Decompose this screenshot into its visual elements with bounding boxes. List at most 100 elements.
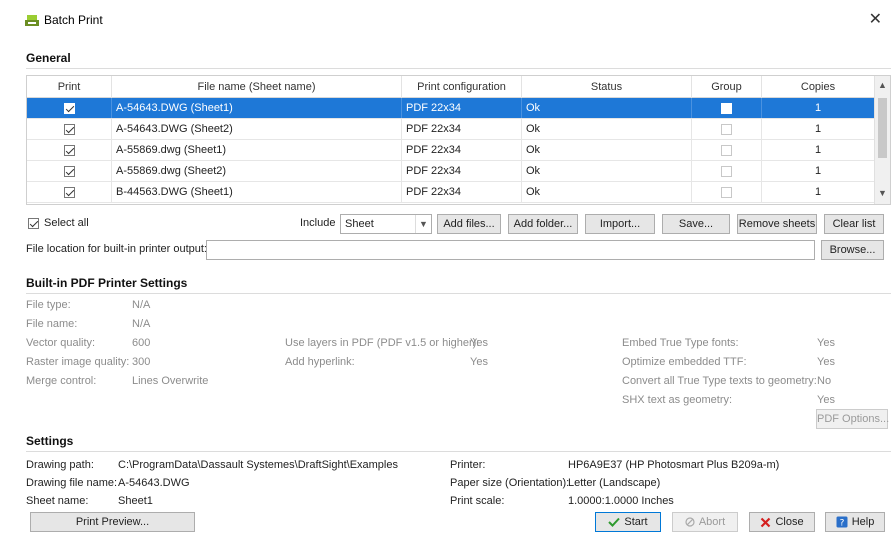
status-cell: Ok [522, 98, 692, 118]
print-configuration-cell[interactable]: PDF 22x34 [402, 140, 522, 160]
print-configuration-cell[interactable]: PDF 22x34 [402, 182, 522, 202]
include-dropdown-value: Sheet [345, 218, 374, 230]
file-location-input[interactable] [206, 240, 815, 260]
window-close-icon[interactable]: ✕ [869, 9, 882, 29]
raster-quality-label: Raster image quality: [26, 356, 130, 368]
scroll-up-arrow-icon[interactable]: ▲ [878, 80, 887, 90]
file-name-label: File name: [26, 318, 78, 330]
abort-icon [685, 517, 695, 527]
file-location-label: File location for built-in printer outpu… [26, 243, 207, 255]
print-configuration-cell[interactable]: PDF 22x34 [402, 98, 522, 118]
help-icon: ? [836, 516, 848, 528]
column-header-copies[interactable]: Copies [762, 76, 875, 98]
import-button[interactable]: Import... [585, 214, 655, 234]
group-checkbox[interactable] [721, 165, 732, 177]
table-row[interactable]: A-54643.DWG (Sheet1) PDF 22x34 Ok 1 [27, 98, 875, 119]
status-cell: Ok [522, 140, 692, 160]
paper-size-value: Letter (Landscape) [568, 477, 661, 489]
add-files-button[interactable]: Add files... [437, 214, 501, 234]
select-all-checkbox[interactable] [28, 218, 39, 229]
select-all-label[interactable]: Select all [44, 217, 89, 229]
settings-divider [26, 451, 891, 452]
save-button[interactable]: Save... [662, 214, 730, 234]
column-header-file-name[interactable]: File name (Sheet name) [112, 76, 402, 98]
general-section-title: General [26, 51, 71, 65]
column-header-print-configuration[interactable]: Print configuration [402, 76, 522, 98]
table-row[interactable]: A-55869.dwg (Sheet2) PDF 22x34 Ok 1 [27, 161, 875, 182]
embed-fonts-label: Embed True Type fonts: [622, 337, 739, 349]
file-name-cell: A-54643.DWG (Sheet1) [112, 98, 402, 118]
table-row[interactable]: A-54643.DWG (Sheet2) PDF 22x34 Ok 1 [27, 119, 875, 140]
scroll-down-arrow-icon[interactable]: ▼ [878, 188, 887, 198]
pdf-options-button[interactable]: PDF Options... [816, 409, 889, 429]
column-header-print[interactable]: Print [27, 76, 112, 98]
convert-tt-label: Convert all True Type texts to geometry: [622, 375, 817, 387]
print-checkbox[interactable] [63, 123, 75, 135]
use-layers-value: Yes [470, 337, 488, 349]
title-bar: Batch Print ✕ [0, 0, 892, 38]
chevron-down-icon: ▼ [415, 215, 431, 233]
print-configuration-cell[interactable]: PDF 22x34 [402, 161, 522, 181]
settings-section-title: Settings [26, 434, 74, 448]
start-button[interactable]: Start [595, 512, 661, 532]
print-preview-button[interactable]: Print Preview... [30, 512, 195, 532]
file-name-value: N/A [132, 318, 151, 330]
copies-cell[interactable]: 1 [762, 119, 875, 139]
table-row[interactable]: B-44563.DWG (Sheet1) PDF 22x34 Ok 1 [27, 182, 875, 203]
include-label: Include [300, 217, 336, 229]
embed-fonts-value: Yes [817, 337, 835, 349]
group-checkbox[interactable] [721, 123, 732, 135]
copies-cell[interactable]: 1 [762, 140, 875, 160]
raster-quality-value: 300 [132, 356, 151, 368]
group-checkbox[interactable] [721, 102, 732, 114]
group-checkbox[interactable] [721, 186, 732, 198]
include-dropdown[interactable]: Sheet ▼ [340, 214, 432, 234]
column-header-group[interactable]: Group [692, 76, 762, 98]
file-name-cell: A-54643.DWG (Sheet2) [112, 119, 402, 139]
print-checkbox[interactable] [63, 144, 75, 156]
table-row[interactable]: A-55869.dwg (Sheet1) PDF 22x34 Ok 1 [27, 140, 875, 161]
file-name-cell: B-44563.DWG (Sheet1) [112, 182, 402, 202]
drawing-file-name-label: Drawing file name: [26, 477, 118, 489]
print-checkbox[interactable] [63, 186, 75, 198]
copies-cell[interactable]: 1 [762, 161, 875, 181]
status-cell: Ok [522, 119, 692, 139]
close-icon [761, 517, 771, 527]
help-button[interactable]: ? Help [825, 512, 885, 532]
browse-button[interactable]: Browse... [821, 240, 884, 260]
copies-cell[interactable]: 1 [762, 98, 875, 118]
abort-button-label: Abort [698, 516, 726, 528]
status-cell: Ok [522, 182, 692, 202]
svg-text:?: ? [839, 519, 844, 529]
vector-quality-value: 600 [132, 337, 151, 349]
print-checkbox[interactable] [63, 102, 75, 114]
sheet-name-label: Sheet name: [26, 495, 89, 507]
drawing-path-label: Drawing path: [26, 459, 94, 471]
print-list-table[interactable]: Print File name (Sheet name) Print confi… [26, 75, 891, 205]
scrollbar-thumb[interactable] [878, 98, 887, 158]
add-folder-button[interactable]: Add folder... [508, 214, 578, 234]
drawing-file-name-value: A-54643.DWG [118, 477, 190, 489]
use-layers-label: Use layers in PDF (PDF v1.5 or higher): [285, 337, 480, 349]
window-title: Batch Print [44, 13, 103, 27]
optimize-ttf-value: Yes [817, 356, 835, 368]
printer-value: HP6A9E37 (HP Photosmart Plus B209a-m) [568, 459, 780, 471]
print-configuration-cell[interactable]: PDF 22x34 [402, 119, 522, 139]
close-button-label: Close [775, 516, 804, 528]
batch-print-app-icon [25, 15, 39, 26]
file-type-value: N/A [132, 299, 151, 311]
start-button-label: Start [624, 516, 648, 528]
print-scale-label: Print scale: [450, 495, 505, 507]
remove-sheets-button[interactable]: Remove sheets [737, 214, 817, 234]
abort-button[interactable]: Abort [672, 512, 738, 532]
copies-cell[interactable]: 1 [762, 182, 875, 202]
table-vertical-scrollbar[interactable]: ▲ ▼ [874, 76, 890, 204]
print-checkbox[interactable] [63, 165, 75, 177]
status-cell: Ok [522, 161, 692, 181]
pdf-settings-divider [26, 293, 891, 294]
merge-control-label: Merge control: [26, 375, 97, 387]
clear-list-button[interactable]: Clear list [824, 214, 884, 234]
close-button[interactable]: Close [749, 512, 815, 532]
group-checkbox[interactable] [721, 144, 732, 156]
column-header-status[interactable]: Status [522, 76, 692, 98]
